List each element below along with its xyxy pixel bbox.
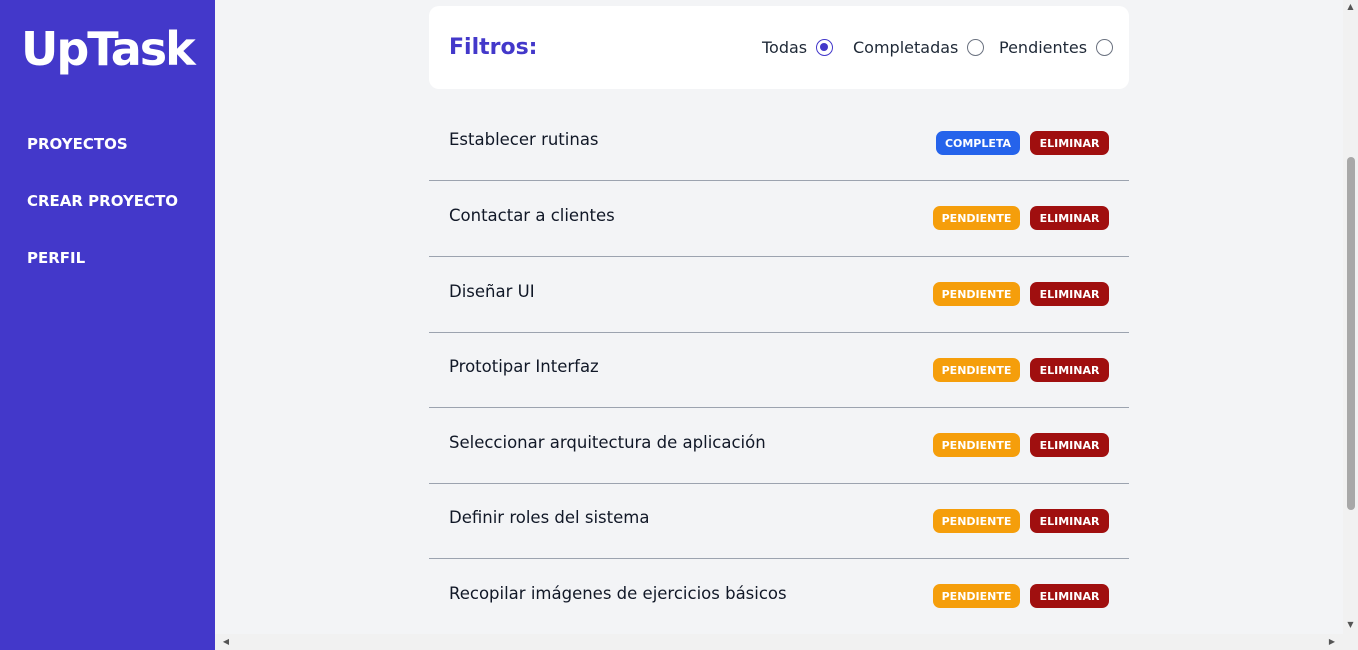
task-actions: PENDIENTE ELIMINAR <box>933 433 1109 457</box>
status-pending-button[interactable]: PENDIENTE <box>933 433 1020 457</box>
sidebar: UpTask PROYECTOS CREAR PROYECTO PERFIL <box>0 0 215 650</box>
task-row: Seleccionar arquitectura de aplicación P… <box>429 408 1129 484</box>
task-name: Recopilar imágenes de ejercicios básicos <box>449 584 787 603</box>
scroll-up-arrow-icon[interactable]: ▲ <box>1343 2 1358 11</box>
task-row: Recopilar imágenes de ejercicios básicos… <box>429 559 1129 634</box>
task-actions: PENDIENTE ELIMINAR <box>933 584 1109 608</box>
scroll-left-arrow-icon[interactable]: ◀ <box>221 637 231 646</box>
radio-completadas[interactable] <box>967 39 985 56</box>
task-name: Diseñar UI <box>449 282 535 301</box>
task-actions: PENDIENTE ELIMINAR <box>933 358 1109 382</box>
nav-link-perfil[interactable]: PERFIL <box>27 249 85 267</box>
status-pending-button[interactable]: PENDIENTE <box>933 584 1020 608</box>
task-row: Prototipar Interfaz PENDIENTE ELIMINAR <box>429 332 1129 408</box>
delete-button[interactable]: ELIMINAR <box>1030 509 1109 533</box>
delete-button[interactable]: ELIMINAR <box>1030 358 1109 382</box>
task-name: Contactar a clientes <box>449 206 615 225</box>
nav-link-crear-proyecto[interactable]: CREAR PROYECTO <box>27 192 178 210</box>
task-name: Establecer rutinas <box>449 130 599 149</box>
horizontal-scrollbar[interactable]: ◀ ▶ <box>215 634 1343 650</box>
filter-option-pendientes[interactable]: Pendientes <box>999 38 1114 57</box>
filters-panel: Filtros: Todas Completadas Pendientes <box>429 6 1129 89</box>
filter-label-completadas: Completadas <box>853 38 959 57</box>
filter-option-todas[interactable]: Todas <box>762 38 834 57</box>
status-pending-button[interactable]: PENDIENTE <box>933 206 1020 230</box>
status-pending-button[interactable]: PENDIENTE <box>933 509 1020 533</box>
status-complete-button[interactable]: COMPLETA <box>936 131 1020 155</box>
vertical-scrollbar[interactable]: ▲ ▼ <box>1343 0 1358 634</box>
task-row: Definir roles del sistema PENDIENTE ELIM… <box>429 483 1129 559</box>
filter-label-pendientes: Pendientes <box>999 38 1088 57</box>
filters-title: Filtros: <box>449 35 538 60</box>
filter-label-todas: Todas <box>762 38 808 57</box>
task-actions: PENDIENTE ELIMINAR <box>933 509 1109 533</box>
status-pending-button[interactable]: PENDIENTE <box>933 282 1020 306</box>
delete-button[interactable]: ELIMINAR <box>1030 584 1109 608</box>
radio-pendientes[interactable] <box>1096 39 1114 56</box>
task-row: Establecer rutinas COMPLETA ELIMINAR <box>429 105 1129 181</box>
main-content: Filtros: Todas Completadas Pendientes Es… <box>215 0 1343 634</box>
filter-option-completadas[interactable]: Completadas <box>853 38 985 57</box>
scroll-down-arrow-icon[interactable]: ▼ <box>1343 620 1358 629</box>
radio-todas[interactable] <box>816 39 834 56</box>
task-name: Definir roles del sistema <box>449 508 650 527</box>
delete-button[interactable]: ELIMINAR <box>1030 433 1109 457</box>
task-actions: PENDIENTE ELIMINAR <box>933 282 1109 306</box>
status-pending-button[interactable]: PENDIENTE <box>933 358 1020 382</box>
task-row: Contactar a clientes PENDIENTE ELIMINAR <box>429 181 1129 257</box>
scrollbar-corner <box>1343 634 1358 650</box>
task-row: Diseñar UI PENDIENTE ELIMINAR <box>429 257 1129 333</box>
delete-button[interactable]: ELIMINAR <box>1030 131 1109 155</box>
delete-button[interactable]: ELIMINAR <box>1030 206 1109 230</box>
delete-button[interactable]: ELIMINAR <box>1030 282 1109 306</box>
nav-link-proyectos[interactable]: PROYECTOS <box>27 135 128 153</box>
app-logo: UpTask <box>21 22 196 76</box>
task-actions: COMPLETA ELIMINAR <box>936 131 1109 155</box>
task-name: Seleccionar arquitectura de aplicación <box>449 433 766 452</box>
task-actions: PENDIENTE ELIMINAR <box>933 206 1109 230</box>
scroll-right-arrow-icon[interactable]: ▶ <box>1327 637 1337 646</box>
vertical-scrollbar-thumb[interactable] <box>1347 157 1355 510</box>
task-name: Prototipar Interfaz <box>449 357 599 376</box>
